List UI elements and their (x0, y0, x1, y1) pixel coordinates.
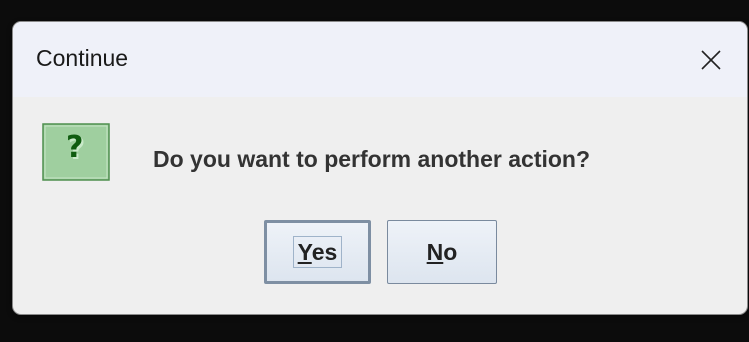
question-icon: ? ? (42, 123, 110, 181)
dialog-message: Do you want to perform another action? (153, 146, 591, 172)
yes-button-focus: Yes (292, 236, 343, 268)
yes-mnemonic: Y (297, 239, 312, 265)
dialog-title: Continue (36, 45, 129, 71)
close-icon (700, 49, 722, 71)
yes-label-rest: es (311, 239, 338, 265)
no-mnemonic: N (426, 238, 444, 265)
continue-dialog: Continue ? ? Do you want to perform anot… (12, 21, 748, 315)
svg-text:?: ? (66, 130, 83, 165)
yes-button[interactable]: Yes (264, 220, 371, 284)
title-bar[interactable]: Continue (13, 22, 747, 97)
no-button[interactable]: No (387, 220, 497, 284)
no-label-rest: o (443, 238, 458, 265)
close-button[interactable] (675, 22, 747, 97)
